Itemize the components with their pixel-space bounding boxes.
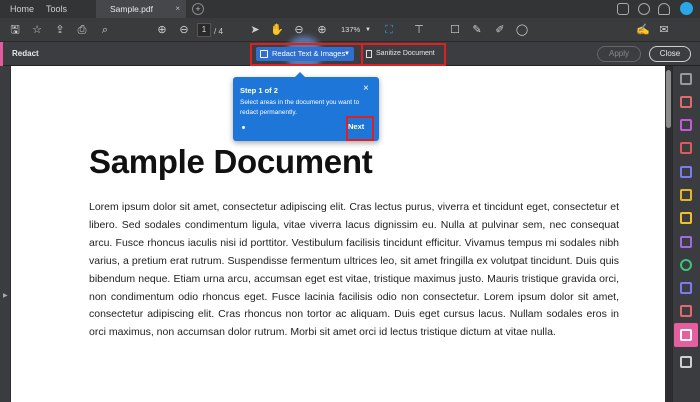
- apply-button[interactable]: Apply: [597, 46, 641, 62]
- markup-pen-icon[interactable]: ✐: [493, 22, 507, 38]
- chevron-down-icon: ▼: [365, 27, 371, 33]
- fit-page-icon[interactable]: ⛶: [382, 22, 396, 38]
- annotation-divider: [361, 44, 363, 65]
- page-down-icon[interactable]: ⊖: [177, 22, 191, 38]
- redact-tool-indicator: [0, 42, 3, 66]
- page-total: / 4: [214, 27, 223, 36]
- share-icon[interactable]: [617, 3, 629, 15]
- send-for-signature-icon[interactable]: ✉: [657, 22, 671, 38]
- sign-icon[interactable]: ✍: [636, 22, 650, 38]
- comment-icon[interactable]: [680, 212, 692, 224]
- right-tools-panel: [672, 66, 700, 402]
- tab-close-icon[interactable]: ×: [175, 4, 180, 13]
- bookmark-star-icon[interactable]: ☆: [30, 22, 44, 38]
- zoom-value: 137%: [341, 25, 361, 34]
- main-toolbar: 🖫 ☆ ⇪ ⎙ ⌕ ⊕ ⊖ 1 / 4 ➤ ✋ ⊖ ⊕ 137% ▼ ⛶ ⊤ ☐…: [0, 18, 700, 42]
- redact-label: Redact: [12, 49, 39, 58]
- user-avatar[interactable]: [680, 2, 693, 15]
- fill-sign-icon[interactable]: [680, 236, 692, 248]
- tooltip-close-icon[interactable]: ×: [363, 83, 369, 94]
- document-body-text: Lorem ipsum dolor sit amet, consectetur …: [89, 201, 619, 339]
- tooltip-progress-dot: [242, 126, 245, 129]
- pointer-icon[interactable]: ➤: [248, 22, 262, 38]
- menu-tools[interactable]: Tools: [46, 4, 67, 14]
- save-icon[interactable]: 🖫: [8, 22, 22, 38]
- customize-tools-icon[interactable]: [680, 356, 692, 368]
- expand-panel-icon[interactable]: ▶: [3, 292, 8, 299]
- print-icon[interactable]: ⎙: [75, 22, 89, 38]
- search-icon[interactable]: ⌕: [98, 22, 112, 38]
- annotation-box-next: [346, 116, 374, 141]
- zoom-select[interactable]: 137% ▼: [337, 23, 373, 37]
- highlight-pen-icon[interactable]: ✎: [470, 22, 484, 38]
- document-title: Sample Document: [89, 143, 373, 180]
- shape-icon[interactable]: ◯: [515, 22, 529, 38]
- tooltip-text: Select areas in the document you want to…: [240, 99, 360, 116]
- create-pdf-icon[interactable]: [680, 142, 692, 154]
- top-menu-bar: Home Tools Sample.pdf × +: [0, 0, 700, 18]
- help-icon[interactable]: [638, 3, 650, 15]
- export-pdf-icon[interactable]: [680, 96, 692, 108]
- redact-icon[interactable]: [680, 329, 692, 341]
- page-up-icon[interactable]: ⊕: [155, 22, 169, 38]
- menu-home[interactable]: Home: [10, 4, 34, 14]
- close-button[interactable]: Close: [649, 46, 691, 62]
- organize-pages-icon[interactable]: [680, 189, 692, 201]
- combine-icon[interactable]: [680, 166, 692, 178]
- left-panel-collapsed[interactable]: ▶: [0, 66, 10, 402]
- stamp-icon[interactable]: ⊤: [412, 22, 426, 38]
- new-tab-icon[interactable]: +: [192, 3, 204, 15]
- expand-tools-icon[interactable]: [680, 73, 692, 85]
- document-tab[interactable]: Sample.pdf ×: [96, 0, 186, 18]
- comment-icon[interactable]: ☐: [448, 22, 462, 38]
- document-tab-label: Sample.pdf: [110, 4, 153, 14]
- edit-pdf-icon[interactable]: [680, 119, 692, 131]
- scrollbar-thumb[interactable]: [666, 70, 671, 128]
- compress-icon[interactable]: [680, 305, 692, 317]
- scan-ocr-icon[interactable]: [680, 259, 692, 271]
- vertical-scrollbar[interactable]: [666, 70, 671, 396]
- page-number-input[interactable]: 1: [197, 23, 211, 37]
- notifications-bell-icon[interactable]: [658, 3, 670, 15]
- tooltip-step: Step 1 of 2: [240, 86, 278, 95]
- protect-icon[interactable]: [680, 282, 692, 294]
- annotation-box-redact-tools: [250, 43, 446, 66]
- upload-icon[interactable]: ⇪: [53, 22, 67, 38]
- zoom-in-icon[interactable]: ⊕: [315, 22, 329, 38]
- hand-icon[interactable]: ✋: [270, 22, 284, 38]
